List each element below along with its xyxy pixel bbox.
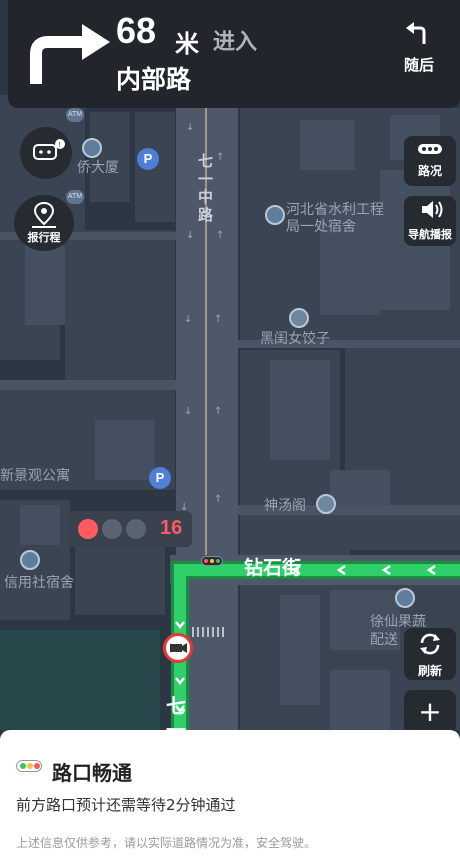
poi-label[interactable]: 黑闺女饺子: [260, 328, 330, 348]
yellow-light-icon: [102, 519, 122, 539]
plus-icon: +: [418, 695, 442, 728]
broadcast-label: 导航播报: [408, 228, 452, 241]
traffic-icon: [418, 144, 442, 154]
parking-icon[interactable]: P: [137, 148, 159, 170]
shop-poi-icon[interactable]: [395, 588, 415, 608]
green-light-icon: [126, 519, 146, 539]
zoom-in-button[interactable]: +: [404, 690, 456, 734]
svg-text:↑: ↑: [214, 494, 222, 505]
turn-instruction-panel: 68 米 进入 内部路 随后: [8, 0, 460, 108]
action-label: 进入: [213, 30, 258, 55]
navigation-map[interactable]: ↓ ↑ ↓ ↑ ↓ ↑ ↓ ↑ ↓ ↑ ATM ATM 侨大厦 P 河北省水利工程 局一处…: [0, 0, 460, 730]
svg-text:↓: ↓: [186, 230, 194, 241]
building-poi-icon[interactable]: [265, 205, 285, 225]
poi-label[interactable]: 局一处宿舍: [286, 216, 356, 236]
svg-text:↓: ↓: [184, 406, 192, 417]
voice-broadcast-button[interactable]: 导航播报: [404, 196, 456, 246]
refresh-button[interactable]: 刷新: [404, 628, 456, 680]
traffic-toggle-button[interactable]: 路况: [404, 136, 456, 186]
restaurant-poi-icon[interactable]: [289, 308, 309, 328]
voice-assistant-button[interactable]: !: [20, 127, 72, 179]
traffic-light-countdown: 16: [68, 511, 192, 547]
info-title: 路口畅通: [52, 761, 132, 785]
traffic-label: 路况: [417, 164, 442, 178]
distance-unit: 米: [175, 30, 199, 58]
follow-back-label: 随后: [403, 56, 434, 74]
camera-icon: [163, 633, 193, 663]
refresh-icon: [420, 633, 440, 655]
svg-text:↑: ↑: [216, 152, 224, 163]
report-trip-button[interactable]: 报行程: [14, 195, 74, 251]
street-label-qiyi: 七一中路: [198, 152, 214, 224]
refresh-label: 刷新: [417, 664, 442, 678]
poi-label[interactable]: 信用社宿舍: [4, 572, 74, 592]
poi-label[interactable]: 新景观公寓: [0, 465, 70, 485]
svg-text:↑: ↑: [216, 230, 224, 241]
info-disclaimer: 上述信息仅供参考，请以实际道路情况为准，安全驾驶。: [16, 836, 317, 850]
next-road-name: 内部路: [116, 65, 192, 94]
follow-back-button[interactable]: 随后: [394, 22, 444, 75]
svg-text:↓: ↓: [186, 122, 194, 133]
atm-icon: ATM: [66, 108, 84, 122]
svg-text:↑: ↑: [214, 406, 222, 417]
svg-text:↑: ↑: [214, 314, 222, 325]
street-label-zuanshi: 钻石街: [244, 557, 302, 579]
building-poi-icon[interactable]: [82, 138, 102, 158]
poi-label[interactable]: 配送: [370, 629, 398, 649]
info-description: 前方路口预计还需等待2分钟通过: [16, 796, 236, 814]
building-poi-icon[interactable]: [20, 550, 40, 570]
restaurant-poi-icon[interactable]: [316, 494, 336, 514]
traffic-light-icon: [16, 760, 42, 772]
parking-icon[interactable]: P: [149, 467, 171, 489]
intersection-info-panel: 路口畅通 前方路口预计还需等待2分钟通过 上述信息仅供参考，请以实际道路情况为准…: [0, 730, 460, 857]
turn-right-arrow-icon: [30, 24, 110, 84]
robot-icon: !: [33, 139, 65, 160]
report-trip-label: 报行程: [27, 231, 61, 244]
intersection-signal-icon: [201, 556, 223, 566]
countdown-seconds: 16: [160, 517, 183, 539]
poi-label[interactable]: 神汤阁: [264, 495, 306, 515]
red-light-icon: [78, 519, 98, 539]
poi-label[interactable]: 侨大厦: [77, 157, 119, 177]
street-label-qiyi-bottom: 七一: [166, 694, 186, 730]
svg-text:↓: ↓: [184, 314, 192, 325]
turn-left-then-icon: [406, 22, 426, 44]
location-pin-icon: [32, 201, 56, 228]
speaker-icon: [422, 201, 443, 218]
distance-value: 68: [116, 10, 157, 51]
svg-text:!: !: [59, 142, 61, 149]
